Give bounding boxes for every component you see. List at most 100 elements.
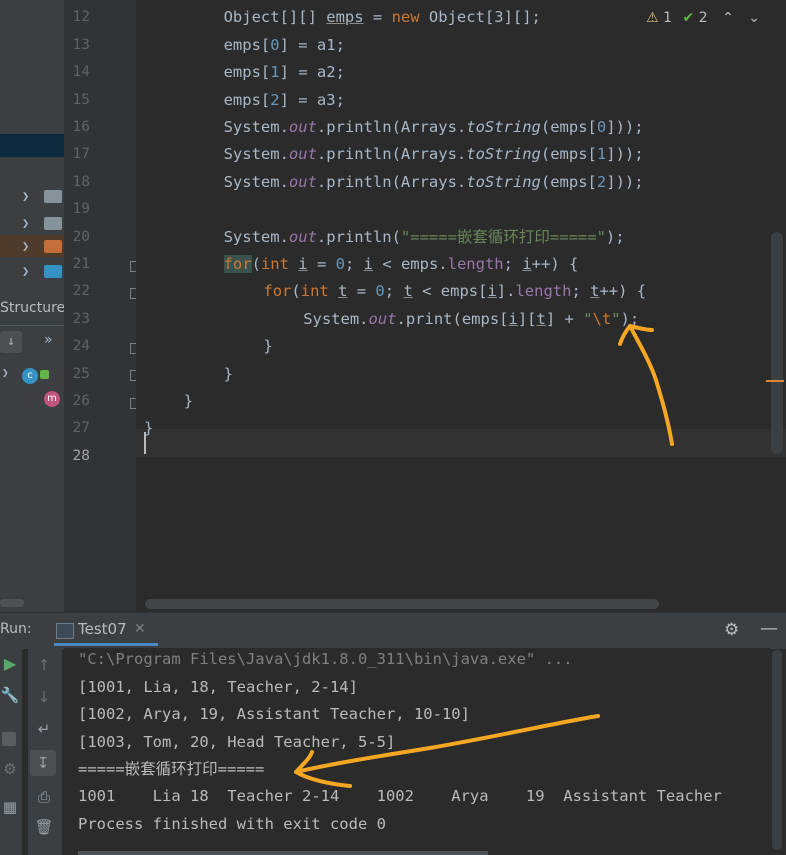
code-line[interactable]: System.out.println(Arrays.toString(emps[… <box>224 114 644 141</box>
code-token: } <box>183 391 194 410</box>
code-token: length <box>447 254 504 273</box>
gear-icon[interactable]: ⚙ <box>724 620 739 640</box>
code-line[interactable]: System.out.println(Arrays.toString(emps[… <box>224 169 644 196</box>
code-token: 0 <box>596 117 607 136</box>
code-token: ( <box>251 254 261 273</box>
console-output[interactable]: "C:\Program Files\Java\jdk1.8.0_311\bin\… <box>64 648 770 855</box>
tree-selected-row[interactable] <box>0 134 64 157</box>
code-token: .println(Arrays. <box>316 172 467 191</box>
editor-horizontal-scrollbar[interactable] <box>145 599 659 609</box>
code-line[interactable]: Object[][] emps = new Object[3][]; <box>224 4 541 31</box>
close-icon[interactable]: ✕ <box>134 621 146 637</box>
code-token: for <box>263 282 292 301</box>
console-vertical-scrollbar[interactable] <box>772 650 782 850</box>
active-tab-indicator <box>54 643 158 646</box>
sort-icon[interactable]: ↓ <box>0 331 22 353</box>
code-token: 2 <box>270 90 280 109</box>
line-number: 26 <box>72 392 90 409</box>
scrollbar-marker[interactable] <box>766 380 784 382</box>
run-tab-label[interactable]: Test07 <box>78 620 127 638</box>
soft-wrap-icon[interactable]: ↵ <box>34 720 54 738</box>
scroll-to-end-icon[interactable]: ↧ <box>30 750 56 776</box>
tree-folder-row[interactable]: ❯ <box>0 212 64 234</box>
layout-icon[interactable]: ▦ <box>0 798 20 816</box>
arrow-down-icon[interactable]: ↓ <box>34 688 54 706</box>
code-token: ])); <box>606 145 644 164</box>
line-number: 16 <box>72 118 90 135</box>
code-line[interactable]: } <box>224 361 233 388</box>
rerun-icon[interactable]: ▶ <box>0 654 20 673</box>
chevron-up-icon[interactable]: ⌃ <box>722 10 734 26</box>
tree-folder-row-excluded[interactable]: ❯ <box>0 235 64 257</box>
chevron-right-icon[interactable]: ❯ <box>22 239 29 253</box>
tree-folder-row[interactable]: ❯ <box>0 185 64 207</box>
line-number: 21 <box>72 255 90 272</box>
wrench-icon[interactable]: 🔧 <box>0 686 20 704</box>
code-token: "=====嵌套循环打印=====" <box>400 227 606 246</box>
code-token: ]. <box>496 282 516 301</box>
check-icon: ✔ <box>682 10 695 26</box>
stop-icon[interactable] <box>2 732 16 746</box>
console-horizontal-scrollbar[interactable] <box>78 851 488 855</box>
structure-panel-title[interactable]: Structure <box>0 300 64 316</box>
line-number: 14 <box>72 64 90 81</box>
code-token: ] + <box>545 309 584 328</box>
trash-icon[interactable]: 🗑 <box>34 818 54 836</box>
code-token: (emps[ <box>540 117 597 136</box>
code-token: .print(emps[ <box>396 309 509 328</box>
code-token: new <box>391 8 420 27</box>
code-token: ][ <box>517 309 537 328</box>
code-token: out <box>288 117 317 136</box>
chevron-right-icon[interactable]: ❯ <box>22 264 29 278</box>
editor-vertical-scrollbar[interactable] <box>771 232 783 454</box>
line-number: 22 <box>72 283 90 300</box>
console-line: [1002, Arya, 19, Assistant Teacher, 10-1… <box>78 705 470 724</box>
code-line[interactable]: System.out.print(emps[i][t] + "\t"); <box>303 306 639 333</box>
inspection-widget[interactable]: ⚠ 1 ✔ 2 ⌃ ⌄ <box>646 10 760 26</box>
line-number: 24 <box>72 338 90 355</box>
chevron-down-icon[interactable]: ⌄ <box>748 10 760 26</box>
code-line[interactable]: emps[0] = a1; <box>224 32 345 59</box>
more-chevrons-icon[interactable]: » <box>44 332 53 348</box>
print-icon[interactable]: ⎙ <box>34 788 54 806</box>
code-editor[interactable]: Object[][] emps = new Object[3][]; emps[0… <box>136 0 786 612</box>
horizontal-scrollbar[interactable] <box>0 599 24 607</box>
line-number: 25 <box>72 365 90 382</box>
code-token: for <box>223 254 252 273</box>
chevron-down-icon[interactable]: ❯ <box>2 366 9 379</box>
code-line[interactable]: } <box>144 415 153 442</box>
code-line[interactable]: } <box>184 388 193 415</box>
code-token: int <box>300 282 329 301</box>
code-token: ); <box>605 227 625 246</box>
code-line[interactable]: emps[2] = a3; <box>224 87 345 114</box>
code-token: < emps. <box>372 254 448 273</box>
code-line[interactable]: for(int i = 0; i < emps.length; i++) { <box>223 251 578 278</box>
tree-folder-row[interactable]: ❯ <box>0 260 64 282</box>
code-token: ; <box>384 282 404 301</box>
code-token: ])); <box>606 172 644 191</box>
console-side-toolbar: ↑ ↓ ↵ ↧ ⎙ 🗑 <box>28 648 62 855</box>
minimize-icon[interactable]: — <box>760 618 778 639</box>
method-icon[interactable]: m <box>44 391 60 407</box>
code-token: < emps[ <box>412 282 488 301</box>
code-token: ] = a1; <box>279 35 345 54</box>
chevron-right-icon[interactable]: ❯ <box>22 216 29 230</box>
code-token: .println(Arrays. <box>316 145 467 164</box>
code-line[interactable]: emps[1] = a2; <box>224 59 345 86</box>
warning-icon: ⚠ <box>646 10 659 26</box>
code-token: out <box>288 227 317 246</box>
console-line: 1001 Lia 18 Teacher 2-14 1002 Arya 19 As… <box>78 787 722 806</box>
code-line[interactable]: System.out.println("=====嵌套循环打印====="); <box>224 224 625 251</box>
code-line[interactable]: for(int t = 0; t < emps[i].length; t++) … <box>263 278 646 305</box>
code-token: ++) { <box>599 282 647 301</box>
code-line[interactable]: } <box>263 333 272 360</box>
editor-gutter: 12 13 14 15 16 17 18 19 20 21 22 23 24 25 26 27 28 <box>64 0 141 612</box>
arrow-up-icon[interactable]: ↑ <box>34 656 54 674</box>
code-token: 2 <box>596 172 607 191</box>
chevron-right-icon[interactable]: ❯ <box>22 189 29 203</box>
code-token: 0 <box>335 254 345 273</box>
class-icon[interactable]: c <box>22 368 38 384</box>
gear-icon[interactable]: ⚙ <box>0 760 20 778</box>
code-line[interactable]: System.out.println(Arrays.toString(emps[… <box>224 141 644 168</box>
